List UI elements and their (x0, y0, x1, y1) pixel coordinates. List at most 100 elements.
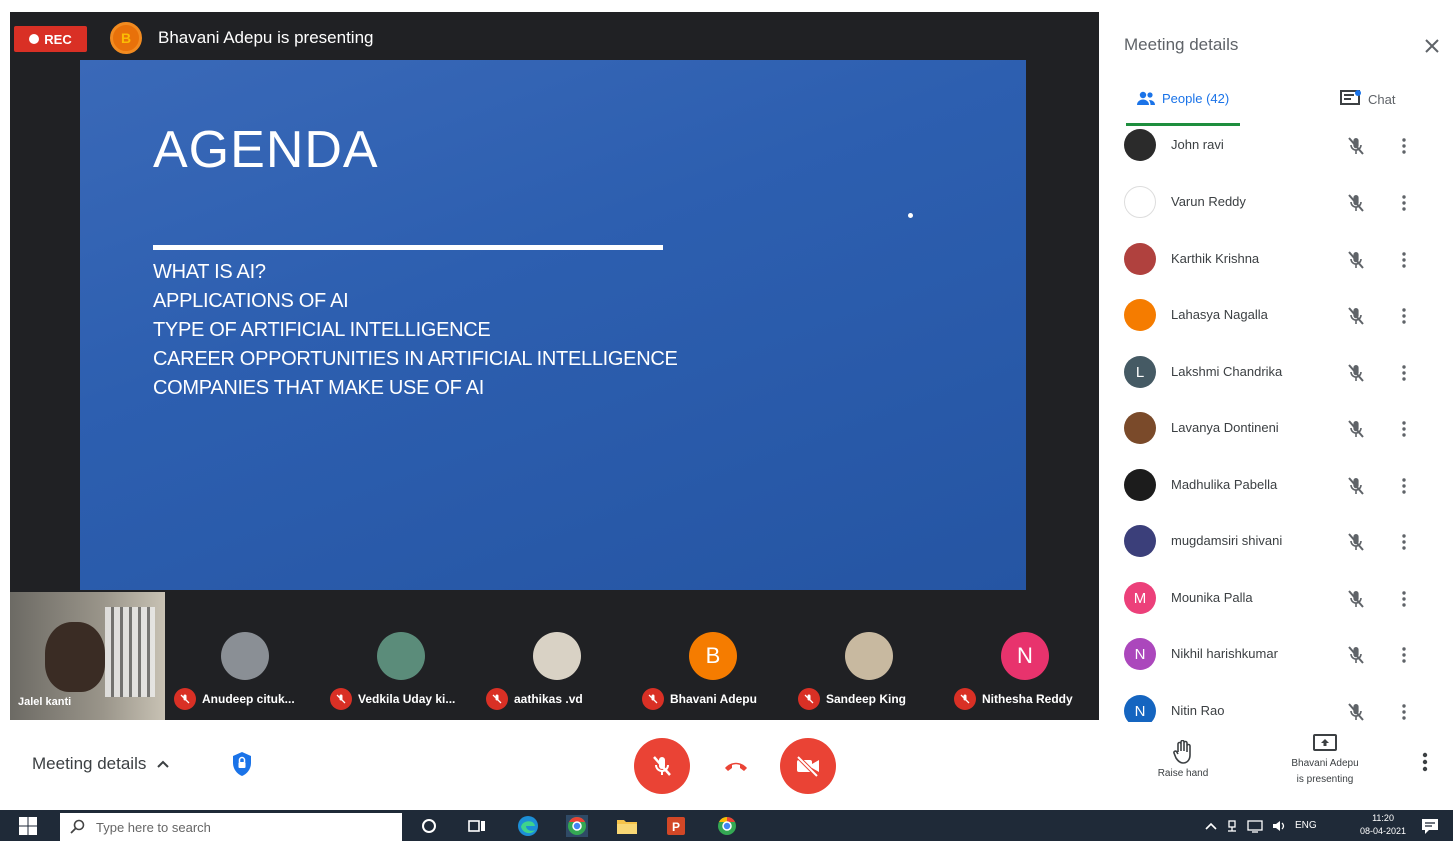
more-vert-icon[interactable] (1396, 134, 1412, 158)
participant-row[interactable]: L Lakshmi Chandrika (1100, 355, 1453, 405)
participant-tile[interactable]: B Bhavani Adepu (634, 592, 790, 720)
chrome-app-button[interactable] (566, 815, 588, 837)
meeting-details-button[interactable]: Meeting details (32, 754, 170, 774)
more-vert-icon[interactable] (1396, 304, 1412, 328)
participant-name: Karthik Krishna (1171, 251, 1260, 266)
participant-avatar (1124, 469, 1156, 501)
participant-tile[interactable]: Sandeep King (790, 592, 946, 720)
more-options-button[interactable] (1422, 752, 1428, 778)
cortana-button[interactable] (418, 815, 440, 837)
participant-row[interactable]: Lahasya Nagalla (1100, 298, 1453, 348)
presenting-status-line2: is presenting (1296, 774, 1354, 785)
chevron-up-icon[interactable] (1205, 821, 1217, 831)
camera-toggle-button[interactable] (780, 738, 836, 794)
mic-off-icon[interactable] (1344, 530, 1368, 554)
participant-row[interactable]: Madhulika Pabella (1100, 468, 1453, 518)
notification-icon (1422, 819, 1438, 834)
more-vert-icon[interactable] (1396, 248, 1412, 272)
cursor-dot (908, 213, 913, 218)
participant-tile[interactable]: Anudeep cituk... (166, 592, 322, 720)
meeting-details-panel: Meeting details People (42) Chat John ra… (1100, 0, 1453, 722)
participant-name: Sandeep King (826, 692, 907, 706)
participant-row[interactable]: N Nikhil harishkumar (1100, 637, 1453, 687)
mic-off-icon[interactable] (1344, 700, 1368, 722)
participant-name: Nitin Rao (1171, 703, 1225, 718)
participant-avatar (1124, 243, 1156, 275)
mic-off-icon[interactable] (1344, 587, 1368, 611)
participant-avatar: N (1124, 695, 1156, 722)
raise-hand-button[interactable]: Raise hand (1140, 740, 1226, 779)
file-explorer-button[interactable] (616, 815, 638, 837)
participant-tile[interactable]: N Nithesha Reddy (946, 592, 1102, 720)
more-vert-icon[interactable] (1396, 361, 1412, 385)
mic-off-icon[interactable] (1344, 643, 1368, 667)
mic-off-icon (653, 756, 671, 776)
mic-off-icon (486, 688, 508, 710)
taskbar-search-input[interactable]: Type here to search (60, 813, 402, 841)
slide-agenda-item: APPLICATIONS OF AI (153, 290, 349, 312)
powerpoint-icon: P (667, 817, 685, 835)
mic-off-icon[interactable] (1344, 191, 1368, 215)
participant-row[interactable]: Lavanya Dontineni (1100, 411, 1453, 461)
notifications-button[interactable] (1420, 816, 1440, 836)
more-vert-icon[interactable] (1396, 643, 1412, 667)
start-button[interactable] (18, 816, 38, 836)
mic-off-icon[interactable] (1344, 248, 1368, 272)
more-vert-icon[interactable] (1396, 587, 1412, 611)
more-vert-icon[interactable] (1396, 530, 1412, 554)
participant-avatar (1124, 412, 1156, 444)
participant-row[interactable]: mugdamsiri shivani (1100, 524, 1453, 574)
taskbar-clock[interactable]: 11:20 08-04-2021 (1360, 812, 1406, 838)
mic-off-icon[interactable] (1344, 361, 1368, 385)
close-panel-button[interactable] (1420, 34, 1444, 58)
tab-people[interactable]: People (42) (1136, 90, 1229, 106)
participant-row[interactable]: John ravi (1100, 128, 1453, 178)
network-icon[interactable] (1225, 819, 1239, 833)
raise-hand-icon (1173, 740, 1191, 764)
participant-tile[interactable]: Vedkila Uday ki... (322, 592, 478, 720)
presenting-status-line1: Bhavani Adepu (1291, 758, 1359, 769)
edge-app-button[interactable] (517, 815, 539, 837)
mic-off-icon (330, 688, 352, 710)
more-vert-icon[interactable] (1396, 417, 1412, 441)
tab-chat[interactable]: Chat (1340, 90, 1395, 108)
self-video-tile[interactable]: Jalel kanti (10, 592, 165, 720)
participant-name: Lavanya Dontineni (1171, 420, 1279, 435)
panel-tabs: People (42) Chat (1100, 80, 1453, 126)
meeting-details-label: Meeting details (32, 754, 147, 773)
mic-off-icon[interactable] (1344, 134, 1368, 158)
people-list: John ravi Varun Reddy Karthik Krishna Lahas… (1100, 126, 1453, 722)
participant-avatar: L (1124, 356, 1156, 388)
display-icon[interactable] (1247, 819, 1263, 833)
slide-agenda-item: COMPANIES THAT MAKE USE OF AI (153, 377, 484, 399)
more-vert-icon[interactable] (1396, 700, 1412, 722)
more-vert-icon (1422, 752, 1428, 772)
slide-agenda-item: TYPE OF ARTIFICIAL INTELLIGENCE (153, 319, 491, 341)
participant-row[interactable]: Varun Reddy (1100, 185, 1453, 235)
participant-name: Bhavani Adepu (670, 692, 757, 706)
close-icon (1425, 39, 1439, 53)
leave-call-button[interactable] (708, 738, 764, 794)
mic-toggle-button[interactable] (634, 738, 690, 794)
present-screen-icon (1313, 734, 1337, 751)
powerpoint-app-button[interactable]: P (665, 815, 687, 837)
participant-row[interactable]: N Nitin Rao (1100, 694, 1453, 722)
more-vert-icon[interactable] (1396, 474, 1412, 498)
participant-name: Lahasya Nagalla (1171, 307, 1268, 322)
mic-off-icon[interactable] (1344, 474, 1368, 498)
mic-off-icon[interactable] (1344, 417, 1368, 441)
participant-tile[interactable]: aathikas .vd (478, 592, 634, 720)
more-vert-icon[interactable] (1396, 191, 1412, 215)
participant-row[interactable]: Karthik Krishna (1100, 242, 1453, 292)
chrome-app-button-2[interactable] (716, 815, 738, 837)
presenting-status-button[interactable]: Bhavani Adepu is presenting (1270, 734, 1380, 786)
meet-window: REC B Bhavani Adepu is presenting AGENDA… (0, 0, 1453, 841)
task-view-button[interactable] (466, 815, 488, 837)
participant-row[interactable]: M Mounika Palla (1100, 581, 1453, 631)
mic-off-icon[interactable] (1344, 304, 1368, 328)
input-language-label[interactable]: ENG (1295, 820, 1317, 831)
shield-icon[interactable] (230, 750, 254, 778)
participant-avatar (1124, 299, 1156, 331)
task-view-icon (468, 820, 485, 832)
volume-icon[interactable] (1271, 819, 1287, 833)
